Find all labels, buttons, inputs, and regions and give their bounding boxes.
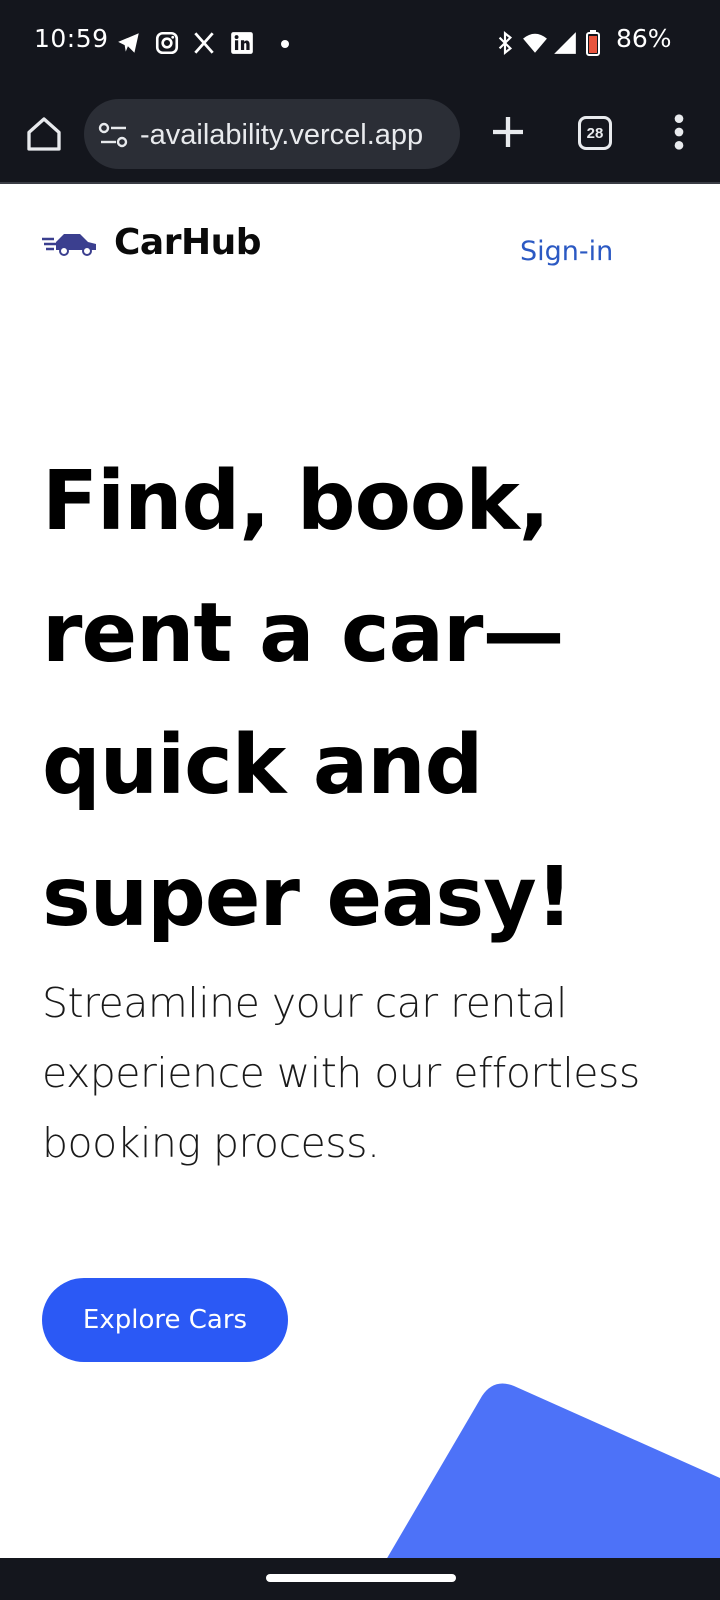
hero-subtitle: Streamline your car rental experience wi…: [42, 979, 640, 1167]
bluetooth-icon: [498, 30, 513, 56]
hero-decorative-shape: [387, 1383, 720, 1558]
telegram-icon: [118, 33, 139, 53]
car-logo-icon: [42, 233, 96, 256]
system-navigation-bar: [0, 1558, 720, 1600]
brand-name: CarHub: [114, 222, 262, 263]
status-bar: 10:59 86%: [0, 0, 720, 86]
tab-switcher-button[interactable]: 28: [578, 116, 612, 150]
battery-icon: [586, 30, 600, 56]
wifi-icon: [523, 33, 547, 53]
browser-toolbar: -availability.vercel.app 28: [0, 86, 720, 184]
home-icon[interactable]: [24, 114, 64, 154]
more-vert-icon[interactable]: [664, 112, 694, 152]
plus-icon[interactable]: [488, 112, 528, 152]
brand-logo[interactable]: CarHub: [42, 222, 262, 263]
notification-dot: [281, 40, 289, 48]
url-text: -availability.vercel.app: [140, 119, 424, 151]
linkedin-icon: [231, 32, 253, 54]
gesture-handle[interactable]: [266, 1574, 456, 1582]
battery-percentage: 86%: [616, 24, 672, 53]
hero-title: Find, book, rent a car—quick and super e…: [42, 454, 573, 945]
site-settings-icon[interactable]: [98, 121, 130, 149]
web-page: CarHub Sign-in Find, book, rent a car—qu…: [0, 186, 720, 1558]
cell-signal-icon: [554, 32, 576, 54]
explore-cars-button[interactable]: Explore Cars: [42, 1278, 288, 1362]
x-icon: [194, 32, 214, 54]
sign-in-link[interactable]: Sign-in: [520, 236, 613, 267]
status-time: 10:59: [34, 24, 109, 53]
address-bar[interactable]: -availability.vercel.app: [84, 99, 460, 169]
instagram-icon: [155, 31, 179, 55]
